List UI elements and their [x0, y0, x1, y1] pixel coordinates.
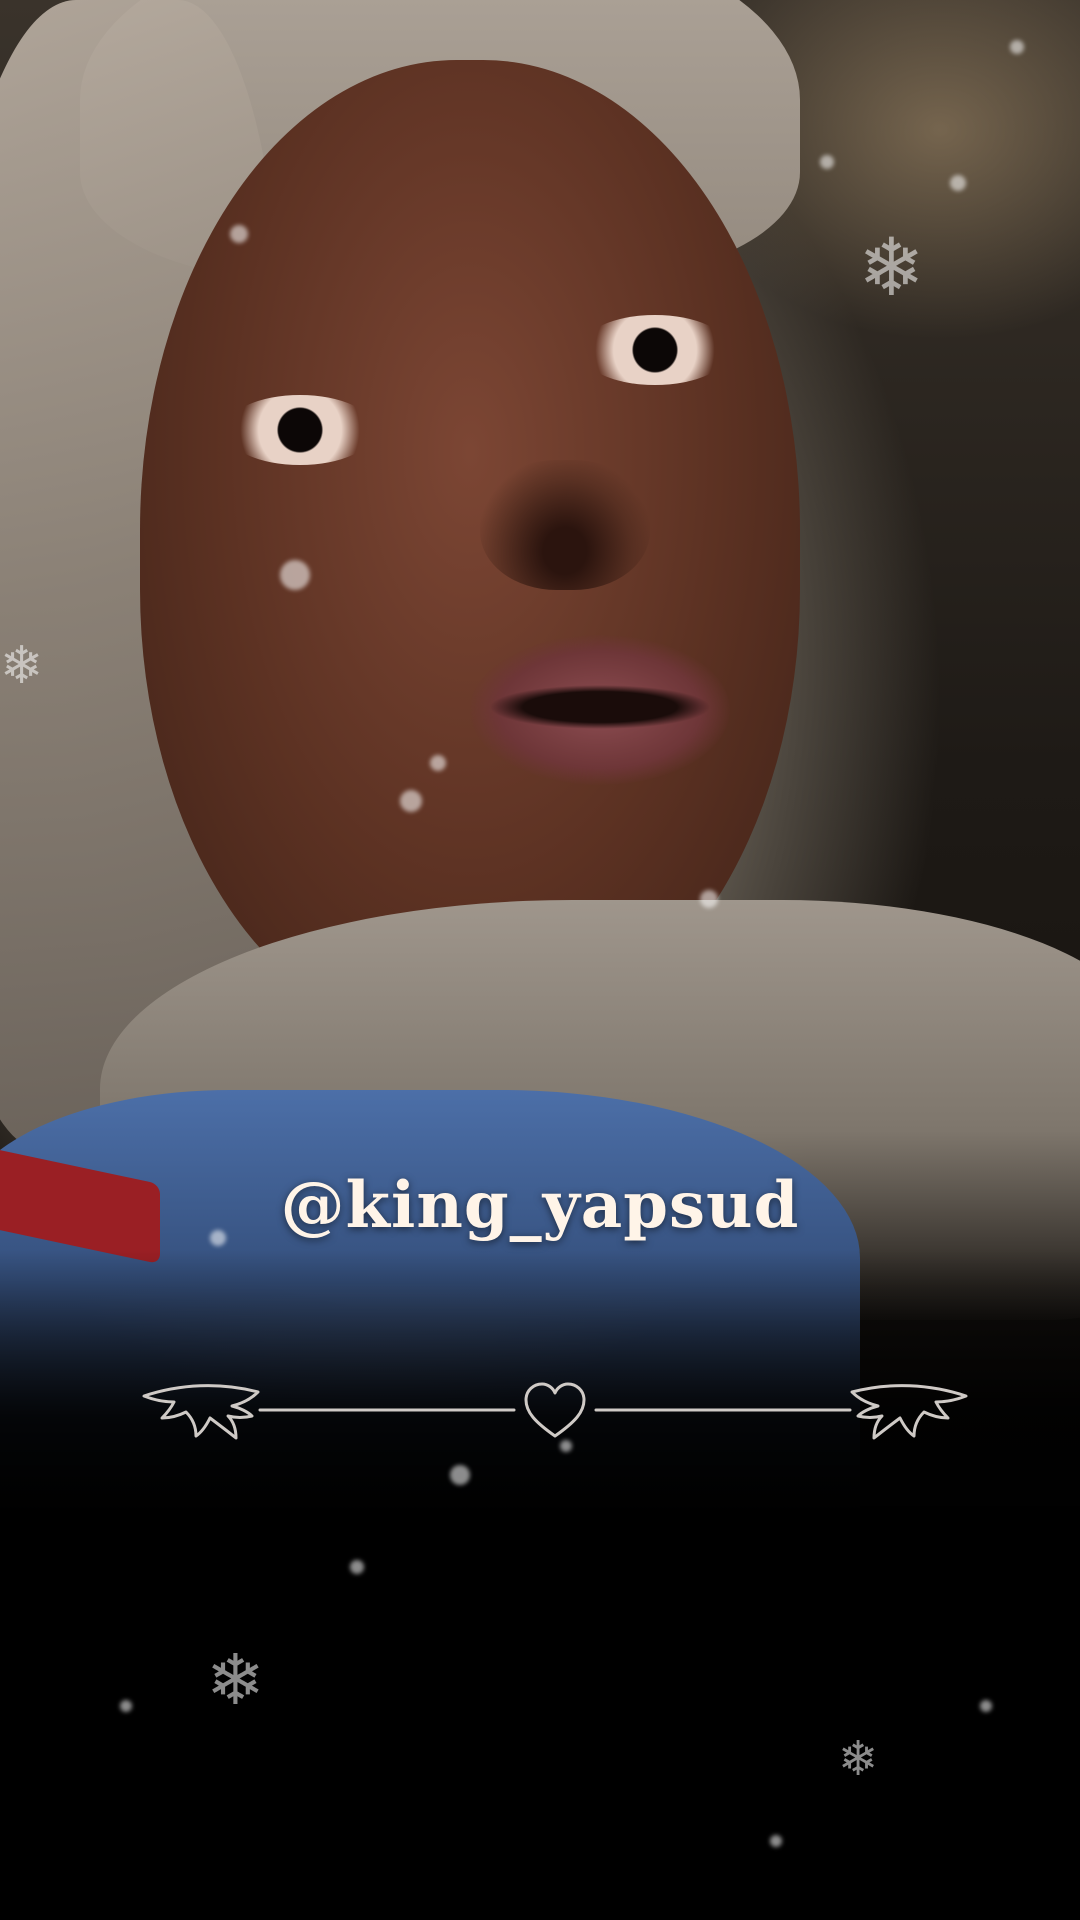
snowflake-icon: ❄ — [206, 1639, 265, 1721]
snowflake-icon: ❄ — [858, 221, 926, 314]
wing-heart-divider — [142, 1382, 968, 1440]
snow-particle — [120, 1700, 132, 1712]
left-eye — [225, 395, 375, 465]
video-frame: ❄ ❄ ❄ ❄ @king_yapsud — [0, 0, 1080, 1920]
nose — [480, 460, 650, 590]
snow-particle — [430, 755, 446, 771]
snow-particle — [450, 1465, 470, 1485]
username-caption: @king_yapsud — [280, 1168, 800, 1243]
lips — [470, 635, 730, 785]
snowflake-icon: ❄ — [0, 636, 44, 696]
snow-particle — [1010, 40, 1024, 54]
right-eye — [580, 315, 730, 385]
snow-particle — [400, 790, 422, 812]
snow-particle — [350, 1560, 364, 1574]
wing-icon — [850, 1384, 968, 1440]
snow-particle — [230, 225, 248, 243]
snow-particle — [950, 175, 966, 191]
snow-particle — [980, 1700, 992, 1712]
snow-particle — [280, 560, 310, 590]
snow-particle — [700, 890, 718, 908]
snowflake-icon: ❄ — [838, 1731, 879, 1787]
wing-icon — [142, 1384, 260, 1440]
heart-icon — [524, 1382, 586, 1438]
snow-particle — [770, 1835, 782, 1847]
bottom-dark-fade — [0, 1250, 1080, 1920]
snow-particle — [820, 155, 834, 169]
